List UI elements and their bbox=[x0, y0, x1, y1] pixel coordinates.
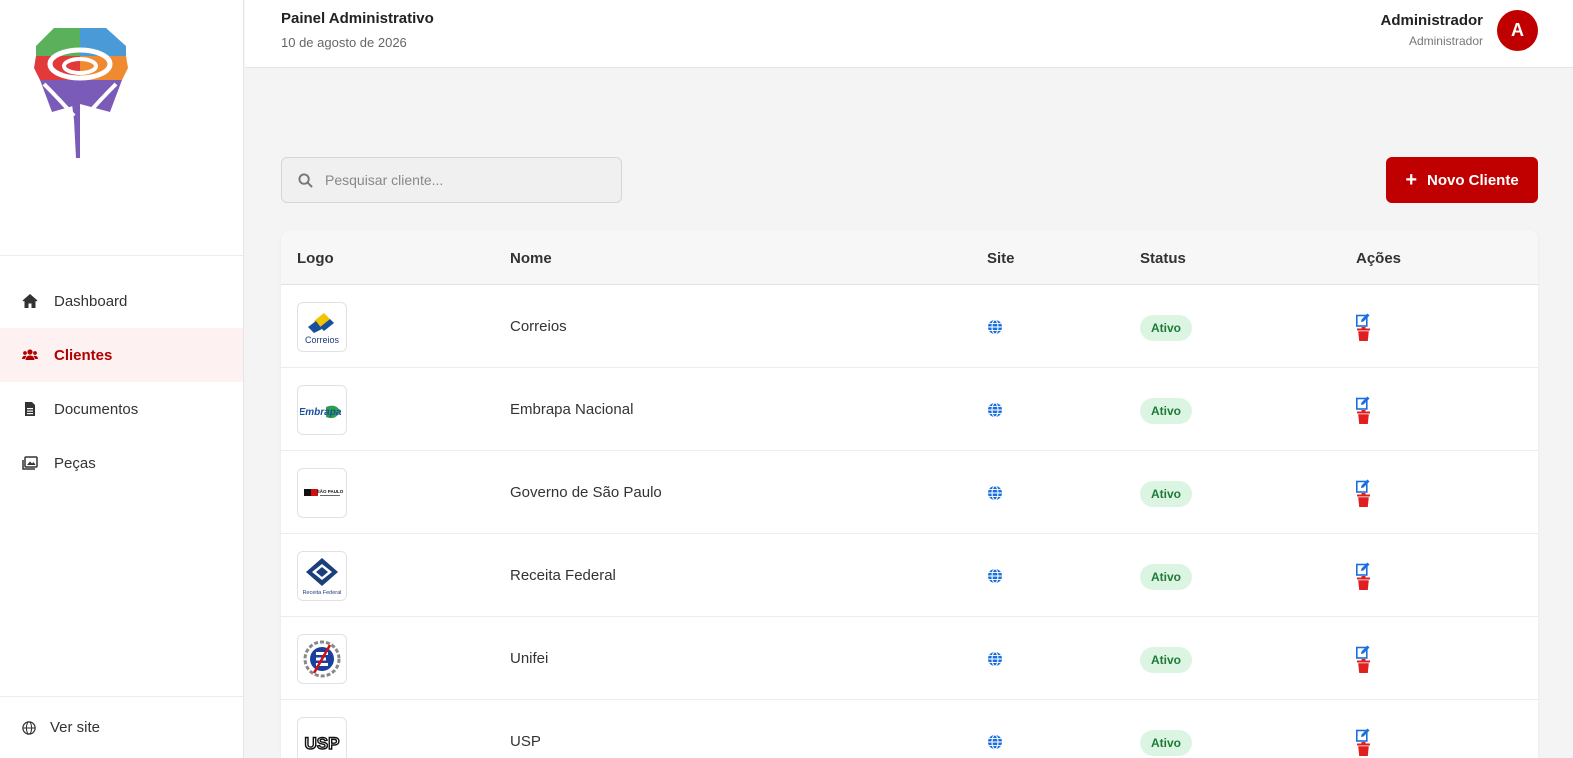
user-info: Administrador Administrador bbox=[1380, 12, 1483, 48]
sidebar-item-label: Documentos bbox=[54, 400, 139, 418]
edit-icon[interactable] bbox=[1356, 562, 1370, 576]
edit-icon[interactable] bbox=[1356, 396, 1370, 410]
svg-text:Embrapa: Embrapa bbox=[300, 407, 342, 418]
svg-text:USP: USP bbox=[305, 734, 340, 753]
trash-icon[interactable] bbox=[1357, 742, 1370, 756]
table-row: Receita Federal Receita Federal Ativo bbox=[281, 534, 1538, 617]
home-icon bbox=[22, 294, 38, 308]
column-header-logo: Logo bbox=[297, 250, 334, 267]
edit-icon[interactable] bbox=[1356, 479, 1370, 493]
client-name: Governo de São Paulo bbox=[510, 484, 662, 501]
globe-icon[interactable] bbox=[987, 319, 1003, 335]
user-role: Administrador bbox=[1408, 34, 1483, 48]
globe-icon[interactable] bbox=[987, 485, 1003, 501]
logo-area bbox=[0, 0, 243, 256]
sidebar-item-documentos[interactable]: Documentos bbox=[0, 382, 243, 436]
correios-logo: Correios bbox=[297, 302, 347, 352]
current-date: 10 de agosto de 2026 bbox=[281, 35, 407, 50]
plus-icon: + bbox=[1405, 169, 1417, 191]
new-client-button[interactable]: + Novo Cliente bbox=[1386, 157, 1538, 203]
unifei-logo bbox=[297, 634, 347, 684]
globe-icon[interactable] bbox=[987, 568, 1003, 584]
edit-icon[interactable] bbox=[1356, 645, 1370, 659]
top-header: Painel Administrativo 10 de agosto de 20… bbox=[245, 0, 1573, 68]
svg-text:SÃO PAULO: SÃO PAULO bbox=[317, 488, 344, 494]
column-header-site: Site bbox=[987, 250, 1015, 267]
status-badge: Ativo bbox=[1140, 730, 1192, 756]
edit-icon[interactable] bbox=[1356, 728, 1370, 742]
document-icon bbox=[25, 402, 35, 416]
receita-federal-logo: Receita Federal bbox=[297, 551, 347, 601]
edit-icon[interactable] bbox=[1356, 313, 1370, 327]
sidebar-item-label: Clientes bbox=[54, 346, 113, 364]
embrapa-logo: Embrapa bbox=[297, 385, 347, 435]
trash-icon[interactable] bbox=[1357, 659, 1370, 673]
client-name: Correios bbox=[510, 318, 567, 335]
svg-text:Receita Federal: Receita Federal bbox=[303, 590, 342, 596]
client-name: Embrapa Nacional bbox=[510, 401, 634, 418]
globe-icon[interactable] bbox=[987, 734, 1003, 750]
sidebar-nav: Dashboard Clientes Documentos Peças bbox=[0, 274, 243, 490]
status-badge: Ativo bbox=[1140, 398, 1192, 424]
sidebar-item-label: Peças bbox=[54, 454, 96, 472]
trash-icon[interactable] bbox=[1357, 493, 1370, 507]
globe-icon[interactable] bbox=[987, 651, 1003, 667]
client-name: USP bbox=[510, 733, 541, 750]
clients-table: Logo Nome Site Status Ações Correios Cor… bbox=[281, 230, 1538, 758]
brand-logo[interactable] bbox=[30, 24, 130, 164]
user-name: Administrador bbox=[1380, 12, 1483, 29]
sp-gov-logo: SÃO PAULO bbox=[297, 468, 347, 518]
users-icon bbox=[22, 349, 38, 360]
status-badge: Ativo bbox=[1140, 647, 1192, 673]
table-row: USP USP Ativo bbox=[281, 700, 1538, 758]
sidebar: Dashboard Clientes Documentos Peças Ver … bbox=[0, 0, 244, 758]
table-row: Unifei Ativo bbox=[281, 617, 1538, 700]
trash-icon[interactable] bbox=[1357, 576, 1370, 590]
sidebar-item-label: Dashboard bbox=[54, 292, 128, 310]
search-box bbox=[281, 157, 622, 203]
trash-icon[interactable] bbox=[1357, 410, 1370, 424]
search-input[interactable] bbox=[325, 172, 585, 188]
sidebar-item-pecas[interactable]: Peças bbox=[0, 436, 243, 490]
status-badge: Ativo bbox=[1140, 564, 1192, 590]
column-header-status: Status bbox=[1140, 250, 1186, 267]
status-badge: Ativo bbox=[1140, 315, 1192, 341]
globe-icon[interactable] bbox=[987, 402, 1003, 418]
table-row: SÃO PAULO Governo de São Paulo Ativo bbox=[281, 451, 1538, 534]
avatar[interactable]: A bbox=[1497, 10, 1538, 51]
page-title: Painel Administrativo bbox=[281, 10, 434, 27]
ver-site-label: Ver site bbox=[50, 719, 101, 736]
column-header-acoes: Ações bbox=[1356, 250, 1402, 267]
svg-text:Correios: Correios bbox=[305, 335, 340, 345]
search-icon bbox=[298, 172, 313, 188]
client-name: Unifei bbox=[510, 650, 549, 667]
table-row: Correios Correios Ativo bbox=[281, 285, 1538, 368]
client-name: Receita Federal bbox=[510, 567, 616, 584]
sidebar-item-clientes[interactable]: Clientes bbox=[0, 328, 243, 382]
ver-site-link[interactable]: Ver site bbox=[0, 696, 243, 758]
images-icon bbox=[22, 456, 38, 470]
table-header: Logo Nome Site Status Ações bbox=[281, 230, 1538, 285]
new-client-label: Novo Cliente bbox=[1427, 171, 1519, 189]
column-header-nome: Nome bbox=[510, 250, 552, 267]
trash-icon[interactable] bbox=[1357, 327, 1370, 341]
usp-logo: USP bbox=[297, 717, 347, 758]
sidebar-item-dashboard[interactable]: Dashboard bbox=[0, 274, 243, 328]
globe-icon bbox=[22, 720, 36, 735]
status-badge: Ativo bbox=[1140, 481, 1192, 507]
table-row: Embrapa Embrapa Nacional Ativo bbox=[281, 368, 1538, 451]
